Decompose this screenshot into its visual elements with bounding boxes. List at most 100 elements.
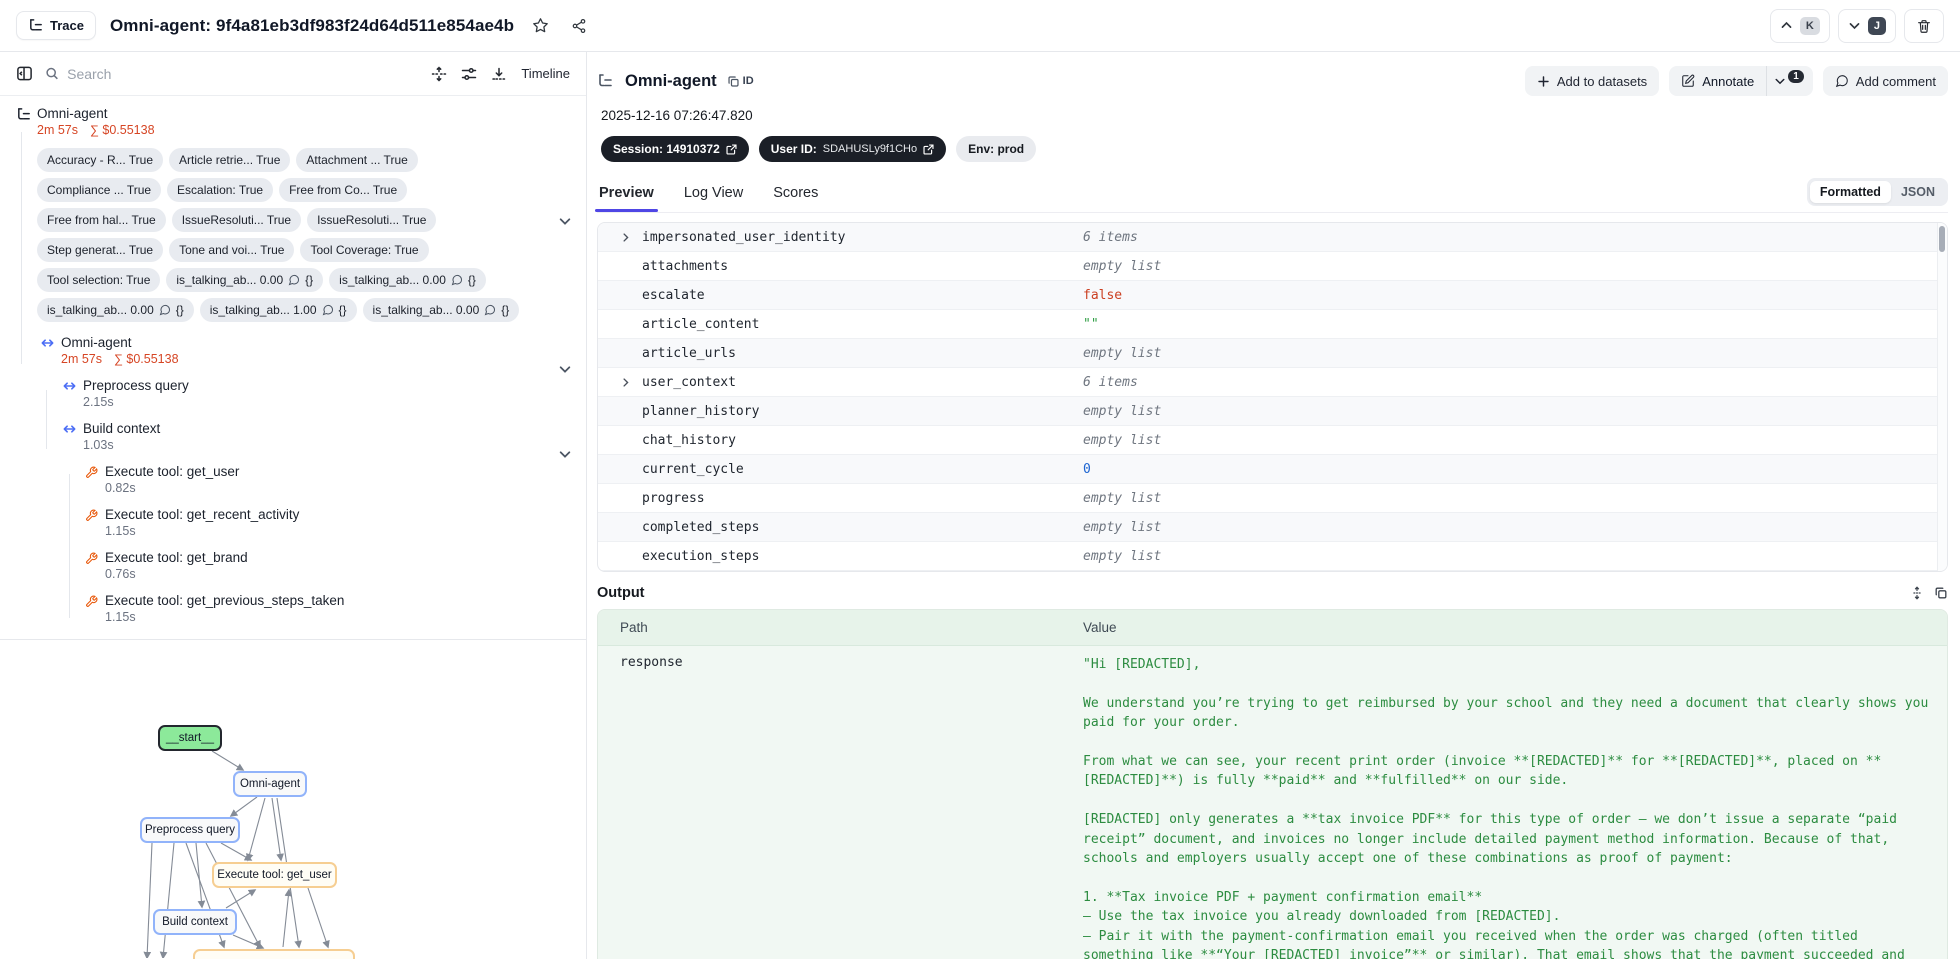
graph-node-omni-agent[interactable]: Omni-agent [233,771,307,797]
star-button[interactable] [528,13,553,38]
expand-icon[interactable] [1910,586,1924,600]
session-badge[interactable]: Session: 14910372 [601,136,749,162]
row-key: escalate [642,287,705,303]
table-scrollbar[interactable] [1937,223,1947,571]
span-duration: 0.76s [105,567,136,581]
collapse-chevron-icon[interactable] [558,362,572,376]
collapse-chevron-icon[interactable] [558,214,572,228]
collapse-chevron-icon[interactable] [558,447,572,461]
trace-sidebar: Timeline Omni-agent 2m 57s∑ $0.55138 Accur… [0,52,587,959]
chevron-down-icon [1849,23,1860,30]
row-value: empty list [1083,345,1162,361]
preview-row-impersonated_user_identity[interactable]: impersonated_user_identity 6 items [598,223,1947,252]
add-to-datasets-button[interactable]: Add to datasets [1524,66,1660,96]
preview-row-current_cycle: current_cycle 0 [598,455,1947,484]
span-label: Build context [83,421,161,436]
row-key: completed_steps [642,519,760,535]
score-tag[interactable]: is_talking_ab... 0.00{} [37,298,194,322]
score-tag[interactable]: Tool Coverage: True [300,238,429,262]
download-icon[interactable] [489,64,509,84]
trace-title: Omni-agent: 9f4a81eb3df983f24d64d511e854… [109,15,515,35]
expand-row-chevron-icon[interactable] [620,232,631,243]
next-trace-button[interactable]: J [1837,8,1896,43]
copy-id-button[interactable]: ID [727,75,754,88]
score-tag[interactable]: is_talking_ab... 0.00{} [329,268,486,292]
annotate-dropdown-button[interactable]: 1 [1766,66,1813,96]
row-key: execution_steps [642,548,760,564]
score-tag[interactable]: Attachment ... True [296,148,418,172]
format-option-json[interactable]: JSON [1891,181,1945,203]
share-button[interactable] [567,14,591,38]
row-key: chat_history [642,432,736,448]
search-input[interactable] [67,65,420,82]
preview-row-chat_history: chat_history empty list [598,426,1947,455]
span-duration: 2m 57s ∑ $0.55138 [37,123,155,137]
score-tag[interactable]: is_talking_ab... 0.00{} [362,298,520,322]
output-section-header: Output [597,585,1948,601]
tab-log-view[interactable]: Log View [682,179,745,211]
format-option-formatted[interactable]: Formatted [1809,181,1891,203]
score-tag[interactable]: Free from hal... True [37,208,166,232]
timeline-toggle[interactable]: Timeline [519,62,572,85]
tab-preview[interactable]: Preview [595,179,658,212]
score-tag[interactable]: Escalation: True [167,178,274,202]
tree-item-omni-agent[interactable]: Omni-agent 2m 57s ∑ $0.55138 [0,334,586,367]
prev-trace-button[interactable]: K [1769,8,1830,43]
score-tag[interactable]: IssueResoluti... True [307,208,437,232]
row-value: 0 [1083,461,1091,477]
score-tag[interactable]: is_talking_ab... 0.00{} [166,268,324,292]
score-tag[interactable]: is_talking_ab... 1.00{} [199,298,357,322]
sidebar-toolbar: Timeline [0,52,586,96]
score-tags: Accuracy - R... True Article retrie... Tr… [37,148,537,322]
score-tag[interactable]: Article retrie... True [169,148,291,172]
trace-detail-panel: Omni-agent ID Add to datasets Annotate 1… [587,52,1960,959]
score-tag[interactable]: Tool selection: True [37,268,161,292]
tree-item-execute-tool-get-previous-steps-taken[interactable]: Execute tool: get_previous_steps_taken 1.… [0,592,586,625]
tree-item-build-context[interactable]: Build context 1.03s [0,420,586,453]
graph-node-clipped[interactable] [193,949,355,959]
trash-icon [1918,19,1930,33]
add-comment-button[interactable]: Add comment [1822,66,1948,96]
user-id-badge[interactable]: User ID: SDAHUSLy9f1CHo [758,136,947,162]
tree-guide-line [69,474,70,618]
tab-scores[interactable]: Scores [771,179,820,211]
graph-node-preprocess-query[interactable]: Preprocess query [140,817,240,843]
score-tag[interactable]: IssueResoluti... True [171,208,302,232]
score-tag[interactable]: Accuracy - R... True [37,148,164,172]
preview-row-user_context[interactable]: user_context 6 items [598,368,1947,397]
score-tag[interactable]: Tone and voi... True [169,238,295,262]
copy-icon[interactable] [1934,586,1948,600]
row-key: attachments [642,258,729,274]
preview-row-attachments: attachments empty list [598,252,1947,281]
tree-item-execute-tool-get-recent-activity[interactable]: Execute tool: get_recent_activity 1.15s [0,506,586,539]
delete-trace-button[interactable] [1904,8,1944,43]
chevron-up-icon [1781,21,1792,28]
annotate-button[interactable]: Annotate [1669,66,1766,96]
graph-node--start-[interactable]: __start__ [158,725,222,751]
tree-item-execute-tool-get-user[interactable]: Execute tool: get_user 0.82s [0,463,586,496]
output-value: "Hi [REDACTED], We understand you’re try… [1083,657,1929,959]
tree-item-omni-agent[interactable]: Omni-agent 2m 57s ∑ $0.55138 [0,105,586,138]
graph-node-execute-tool-get-user[interactable]: Execute tool: get_user [212,862,337,888]
span-cost: ∑ $0.55138 [114,352,179,366]
score-tag[interactable]: Compliance ... True [37,178,162,202]
score-tag[interactable]: Free from Co... True [279,178,408,202]
display-settings-icon[interactable] [459,64,479,84]
chevron-down-icon [1775,78,1785,85]
row-value: "" [1083,316,1099,332]
output-table-header: Path Value [598,610,1947,646]
annotate-group: Annotate 1 [1669,66,1813,96]
graph-node-build-context[interactable]: Build context [153,909,237,935]
external-link-icon [923,143,934,155]
list-tree-icon [30,19,42,31]
row-key: user_context [642,374,736,390]
score-tag[interactable]: Step generat... True [37,238,164,262]
tree-item-preprocess-query[interactable]: Preprocess query 2.15s [0,377,586,410]
span-label: Execute tool: get_recent_activity [105,507,300,522]
collapse-panel-button[interactable] [14,63,35,84]
row-key: planner_history [642,403,760,419]
fit-view-icon[interactable] [429,64,449,84]
expand-row-chevron-icon[interactable] [620,377,631,388]
trace-label: Trace [50,18,84,33]
tree-item-execute-tool-get-brand[interactable]: Execute tool: get_brand 0.76s [0,549,586,582]
